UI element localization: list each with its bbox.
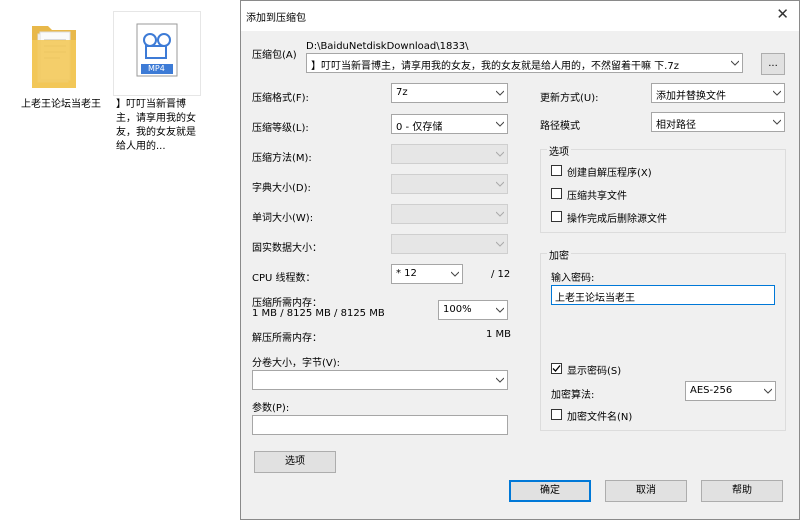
- encryption-group-title: 加密: [547, 247, 571, 262]
- level-label: 压缩等级(L):: [252, 123, 309, 134]
- show-password-checkbox[interactable]: [551, 363, 562, 374]
- video-file-icon[interactable]: MP4: [113, 11, 201, 96]
- ok-button[interactable]: 确定: [509, 480, 591, 502]
- params-label: 参数(P):: [252, 403, 290, 414]
- password-value: 上老王论坛当老王: [555, 293, 635, 304]
- add-to-archive-dialog: 添加到压缩包 ✕ 压缩包(A) D:\BaiduNetdiskDownload\…: [240, 0, 800, 520]
- path-mode-value: 相对路径: [656, 120, 696, 131]
- chevron-down-icon: [496, 307, 504, 313]
- level-select[interactable]: 0 - 仅存储: [391, 114, 508, 134]
- cpu-total: / 12: [491, 269, 511, 280]
- method-select: [391, 144, 508, 164]
- enc-method-select[interactable]: AES-256: [685, 381, 776, 401]
- mem-percent-value: 100%: [443, 304, 472, 315]
- word-label: 单词大小(W):: [252, 213, 314, 224]
- delete-source-checkbox[interactable]: [551, 211, 562, 222]
- format-value: 7z: [396, 87, 408, 98]
- video-file-label[interactable]: 】叮叮当新晋博主，请享用我的女友，我的女友就是给人用的...: [116, 98, 200, 154]
- chevron-down-icon: [773, 119, 781, 125]
- format-label: 压缩格式(F):: [252, 93, 309, 104]
- chevron-down-icon: [496, 211, 504, 217]
- path-mode-label: 路径模式: [540, 121, 580, 132]
- sfx-label[interactable]: 创建自解压程序(X): [567, 164, 652, 179]
- folder-icon[interactable]: [30, 18, 78, 90]
- mem-percent-select[interactable]: 100%: [438, 300, 508, 320]
- delete-source-label[interactable]: 操作完成后删除源文件: [567, 210, 667, 225]
- cpu-value: * 12: [396, 268, 417, 279]
- chevron-down-icon: [496, 90, 504, 96]
- split-label: 分卷大小，字节(V):: [252, 358, 341, 369]
- path-mode-select[interactable]: 相对路径: [651, 112, 785, 132]
- chevron-down-icon: [496, 181, 504, 187]
- checkmark-icon: [552, 365, 561, 372]
- solid-label: 固实数据大小：: [252, 243, 322, 254]
- password-label: 输入密码:: [551, 273, 595, 284]
- chevron-down-icon: [773, 90, 781, 96]
- format-select[interactable]: 7z: [391, 83, 508, 103]
- shared-label[interactable]: 压缩共享文件: [567, 187, 627, 202]
- options-button[interactable]: 选项: [254, 451, 336, 473]
- browse-button[interactable]: ...: [761, 53, 785, 75]
- chevron-down-icon: [496, 151, 504, 157]
- encrypt-names-checkbox[interactable]: [551, 409, 562, 420]
- shared-checkbox[interactable]: [551, 188, 562, 199]
- chevron-down-icon: [451, 271, 459, 277]
- mem-detail: 1 MB / 8125 MB / 8125 MB: [252, 308, 385, 319]
- method-label: 压缩方法(M):: [252, 153, 312, 164]
- archive-label: 压缩包(A): [252, 50, 297, 61]
- word-select: [391, 204, 508, 224]
- dialog-title: 添加到压缩包: [246, 13, 306, 24]
- params-input[interactable]: [252, 415, 508, 435]
- cpu-label: CPU 线程数：: [252, 273, 316, 284]
- archive-name-combobox[interactable]: 】叮叮当新晋博主，请享用我的女友，我的女友就是给人用的，不然留着干嘛 下.7z: [306, 53, 743, 73]
- chevron-down-icon: [496, 241, 504, 247]
- dict-select: [391, 174, 508, 194]
- split-size-combobox[interactable]: [252, 370, 508, 390]
- dict-label: 字典大小(D):: [252, 183, 311, 194]
- chevron-down-icon: [731, 60, 739, 66]
- enc-method-value: AES-256: [690, 385, 733, 396]
- title-bar[interactable]: 添加到压缩包 ✕: [241, 1, 799, 31]
- mem-label: 压缩所需内存：: [252, 298, 322, 309]
- folder-label[interactable]: 上老王论坛当老王: [18, 98, 104, 112]
- solid-select: [391, 234, 508, 254]
- decomp-value: 1 MB: [486, 329, 512, 340]
- archive-name-value: 】叮叮当新晋博主，请享用我的女友，我的女友就是给人用的，不然留着干嘛 下.7z: [311, 61, 679, 72]
- cpu-select[interactable]: * 12: [391, 264, 463, 284]
- level-value: 0 - 仅存储: [396, 122, 443, 133]
- show-password-label[interactable]: 显示密码(S): [567, 362, 621, 377]
- options-group-title: 选项: [547, 143, 571, 158]
- enc-method-label: 加密算法:: [551, 390, 595, 401]
- password-input[interactable]: 上老王论坛当老王: [551, 285, 775, 305]
- sfx-checkbox[interactable]: [551, 165, 562, 176]
- decomp-label: 解压所需内存：: [252, 333, 322, 344]
- help-button[interactable]: 帮助: [701, 480, 783, 502]
- chevron-down-icon: [764, 388, 772, 394]
- chevron-down-icon: [496, 377, 504, 383]
- encrypt-names-label[interactable]: 加密文件名(N): [567, 408, 632, 423]
- archive-folder-path: D:\BaiduNetdiskDownload\1833\: [306, 41, 469, 52]
- close-icon[interactable]: ✕: [776, 5, 789, 23]
- cancel-button[interactable]: 取消: [605, 480, 687, 502]
- mp4-badge: MP4: [148, 64, 165, 73]
- chevron-down-icon: [496, 121, 504, 127]
- update-value: 添加并替换文件: [656, 91, 726, 102]
- update-select[interactable]: 添加并替换文件: [651, 83, 785, 103]
- update-label: 更新方式(U):: [540, 93, 599, 104]
